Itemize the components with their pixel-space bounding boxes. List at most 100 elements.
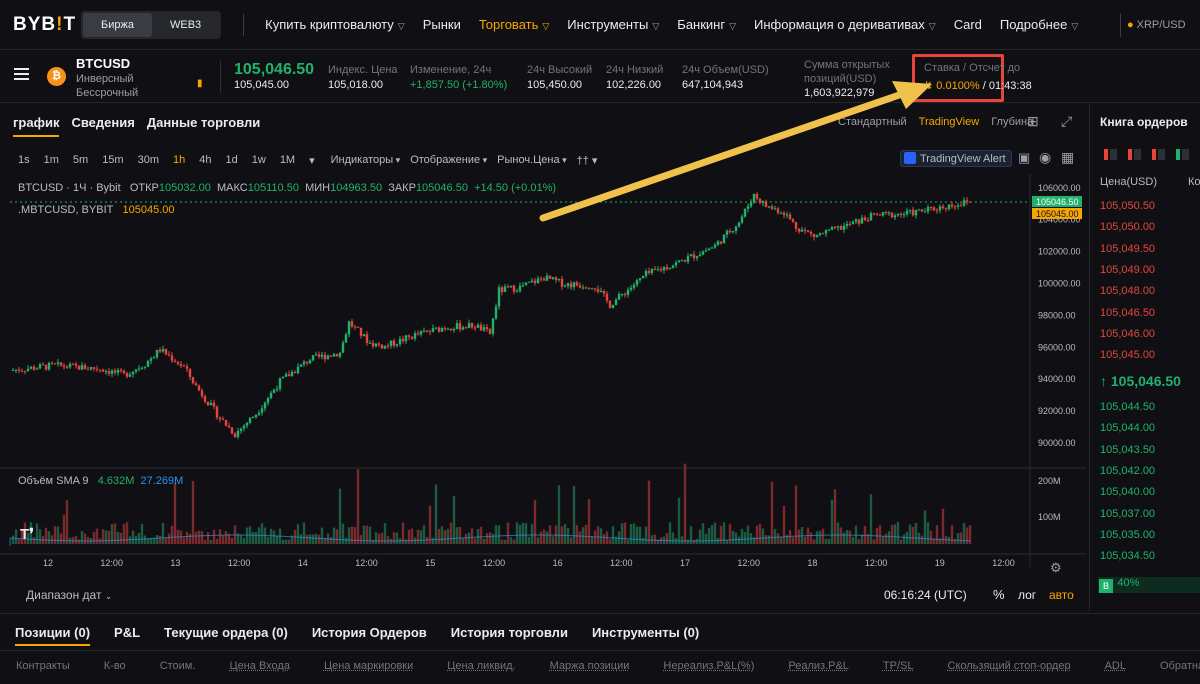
menu-item-2[interactable]: Торговать ▽ [470,17,558,32]
positions-tab-1[interactable]: P&L [114,625,140,646]
dropdown-0[interactable]: Индикаторы ▾ [331,154,401,166]
menu-item-3[interactable]: Инструменты ▽ [558,17,668,32]
segment-web3[interactable]: WEB3 [152,13,219,37]
positions-column-header[interactable]: Обратная п [1160,660,1200,672]
menu-item-7[interactable]: Подробнее ▽ [991,17,1087,32]
timeframe-30m[interactable]: 30m [138,154,159,166]
ask-row[interactable]: 105,046.50 [1100,307,1155,319]
ask-row[interactable]: 105,049.50 [1100,243,1155,255]
symbol-name[interactable]: BTCUSD [76,56,130,71]
ask-row[interactable]: 105,048.00 [1100,285,1155,297]
ask-row[interactable]: 105,049.00 [1100,264,1155,276]
positions-column-header[interactable]: Стоим. [160,660,196,672]
positions-tab-5[interactable]: Инструменты (0) [592,625,699,646]
bid-row[interactable]: 105,044.50 [1100,401,1155,413]
timeframe-15m[interactable]: 15m [102,154,123,166]
volume-bar [848,530,852,544]
log-scale-toggle[interactable]: лог [1018,588,1036,602]
tab-trading-data[interactable]: Данные торговли [147,115,260,137]
layout-grid-icon[interactable]: ⊞ [1027,113,1039,130]
ask-row[interactable]: 105,045.00 [1100,349,1155,361]
expand-icon[interactable]: ⤢ [1061,113,1072,130]
timeframe-1d[interactable]: 1d [226,154,238,166]
ask-row[interactable]: 105,046.00 [1100,328,1155,340]
timeframe-1M[interactable]: 1M [280,154,295,166]
candle [830,227,834,230]
tradingview-alert-button[interactable]: TradingView Alert [900,150,1012,167]
volume-bar [869,494,873,544]
positions-column-header[interactable]: Контракты [16,660,70,672]
price-chart[interactable]: 106000.00104000.00102000.00100000.009800… [0,174,1086,574]
book-view-bids-icon[interactable] [1176,149,1189,160]
info-icon[interactable]: ▮ [197,78,203,89]
percent-scale-toggle[interactable]: % [993,587,1005,602]
menu-item-4[interactable]: Банкинг ▽ [668,17,745,32]
tab-info[interactable]: Сведения [71,115,134,137]
candle [617,294,621,300]
positions-tab-0[interactable]: Позиции (0) [15,625,91,646]
view-standard[interactable]: Стандартный [838,116,907,128]
positions-column-header[interactable]: Цена Входа [229,660,290,672]
ask-row[interactable]: 105,050.50 [1100,200,1155,212]
positions-column-header[interactable]: К-во [104,660,126,672]
bid-row[interactable]: 105,044.00 [1100,422,1155,434]
menu-item-0[interactable]: Купить криптовалюту ▽ [256,17,414,32]
bid-row[interactable]: 105,042.00 [1100,465,1155,477]
auto-scale-toggle[interactable]: авто [1049,588,1074,602]
positions-column-header[interactable]: ADL [1105,660,1126,672]
positions-column-header[interactable]: Скользящий стоп-ордер [948,660,1071,672]
tab-chart[interactable]: график [13,115,60,137]
stat-open-interest: Сумма открытых позиций(USD) 1,603,922,979 [804,59,890,99]
positions-column-header[interactable]: Реализ.P&L [788,660,849,672]
candle [674,262,678,266]
ask-row[interactable]: 105,050.00 [1100,221,1155,233]
menu-icon[interactable] [14,68,29,80]
timeframe-1w[interactable]: 1w [252,154,266,166]
book-view-asks-icon[interactable] [1128,149,1141,160]
candle [596,288,600,292]
menu-item-5[interactable]: Информация о деривативах ▽ [745,17,945,32]
book-view-both-icon[interactable] [1104,149,1117,160]
positions-column-header[interactable]: Цена ликвид. [447,660,515,672]
ticker-shortcut[interactable]: ● XRP/USD [1120,13,1200,37]
timeframe-5m[interactable]: 5m [73,154,88,166]
timeframe-1m[interactable]: 1m [44,154,59,166]
bid-row[interactable]: 105,037.00 [1100,508,1155,520]
dropdown-2[interactable]: Рыноч.Цена ▾ [497,154,566,166]
camera-icon[interactable]: ▣ [1018,150,1030,166]
timeframe-more-icon[interactable]: ▾ [309,154,315,167]
bid-row[interactable]: 105,034.50 [1100,550,1155,562]
settings-icon[interactable]: ◉ [1039,149,1051,166]
timeframe-1s[interactable]: 1s [18,154,30,166]
volume-bar [500,539,504,544]
dropdown-1[interactable]: Отображение ▾ [410,154,487,166]
positions-tab-2[interactable]: Текущие ордера (0) [164,625,288,646]
menu-item-1[interactable]: Рынки [414,17,470,32]
candle [959,205,963,207]
positions-column-header[interactable]: Цена маркировки [324,660,413,672]
bid-row[interactable]: 105,035.00 [1100,529,1155,541]
utc-clock[interactable]: 06:16:24 (UTC) [884,588,967,602]
positions-column-header[interactable]: TP/SL [883,660,914,672]
bid-row[interactable]: 105,040.00 [1100,486,1155,498]
positions-tab-4[interactable]: История торговли [451,625,568,646]
book-view-asks-2-icon[interactable] [1152,149,1165,160]
bybit-logo[interactable]: BYB!T [13,14,75,36]
segment-exchange[interactable]: Биржа [83,12,152,37]
menu-item-6[interactable]: Card [945,17,991,32]
volume-bar [509,537,513,544]
candle-type-icon[interactable]: †† ▾ [577,154,598,167]
tradingview-logo[interactable]: T❜ [20,525,34,543]
positions-column-header[interactable]: Нереализ.P&L(%) [663,660,754,672]
date-range-button[interactable]: Диапазон дат ⌄ [26,588,112,602]
x-tick-label: 12:00 [737,558,760,568]
view-tradingview[interactable]: TradingView [919,116,980,128]
bid-row[interactable]: 105,043.50 [1100,444,1155,456]
timeframe-4h[interactable]: 4h [199,154,211,166]
candle [734,226,738,231]
positions-tab-3[interactable]: История Ордеров [312,625,427,646]
positions-column-header[interactable]: Маржа позиции [550,660,630,672]
fullscreen-icon[interactable]: ▦ [1061,149,1074,166]
candle [296,366,300,374]
timeframe-1h[interactable]: 1h [173,154,185,166]
